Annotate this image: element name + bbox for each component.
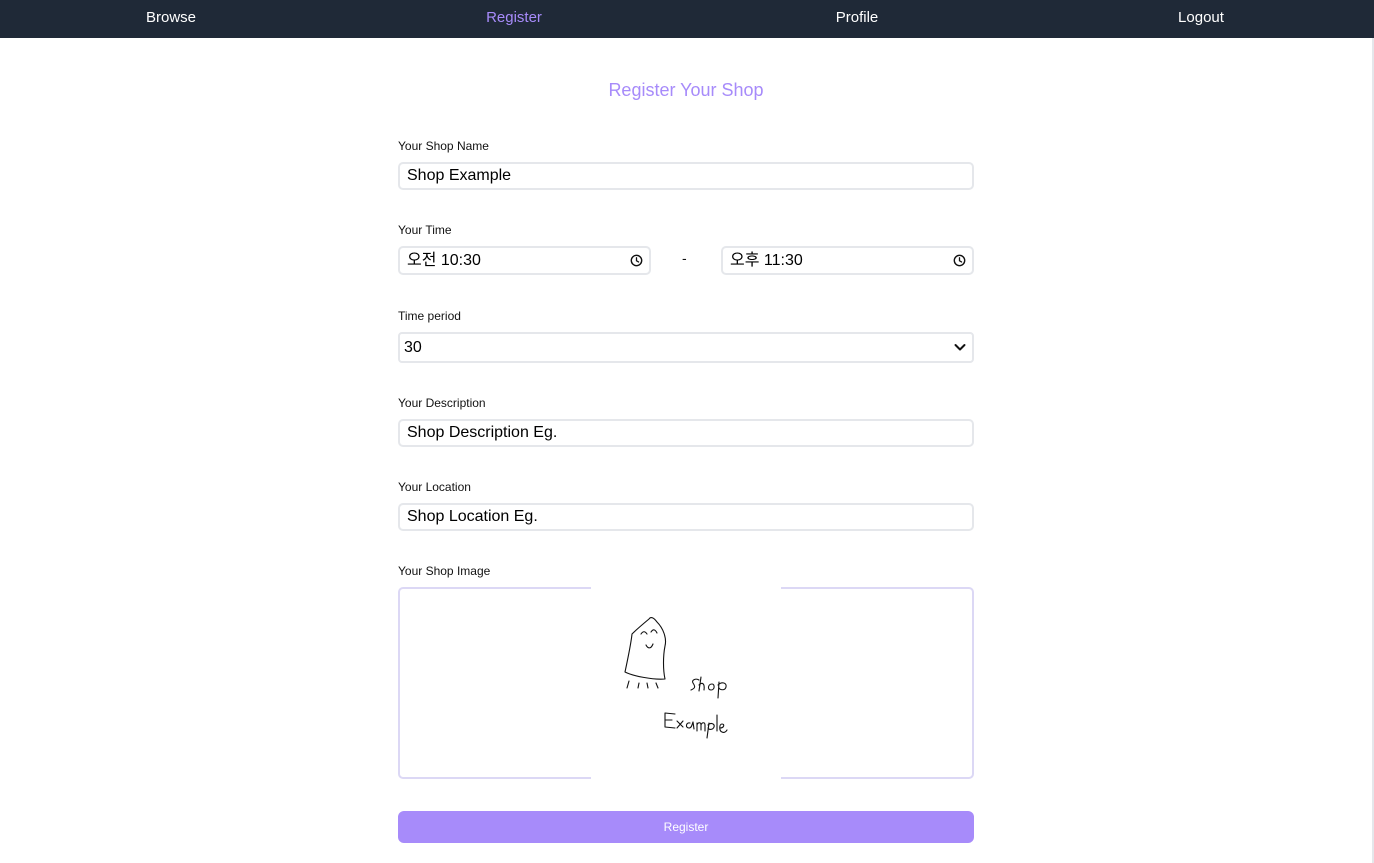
description-input[interactable]: Shop Description Eg. — [398, 419, 974, 447]
chevron-down-icon — [954, 344, 966, 351]
page-title: Register Your Shop — [608, 80, 764, 100]
location-input[interactable]: Shop Location Eg. — [398, 503, 974, 531]
shop-name-label: Your Shop Name — [398, 139, 489, 153]
sketch-caption: Shop Example — [683, 771, 690, 773]
time-label: Your Time — [398, 223, 452, 237]
clock-icon[interactable] — [953, 254, 966, 267]
shop-name-input[interactable]: Shop Example — [398, 162, 974, 190]
nav-logout-link[interactable]: Logout — [1121, 0, 1281, 38]
nav-browse-link[interactable]: Browse — [91, 0, 251, 38]
shop-image-preview: Shop Example — [591, 582, 781, 780]
top-navbar: Browse Register Profile Logout — [0, 0, 1374, 38]
end-time-value: 오후 11:30 — [730, 252, 803, 269]
end-time-input[interactable]: 오후 11:30 — [721, 246, 974, 275]
shop-sketch-image: Shop Example — [624, 617, 728, 773]
description-label: Your Description — [398, 396, 486, 410]
shop-image-label: Your Shop Image — [398, 564, 491, 578]
nav-register-link[interactable]: Register — [434, 0, 594, 38]
time-period-label: Time period — [398, 309, 461, 323]
time-period-selected: 30 — [404, 339, 422, 356]
register-button[interactable]: Register — [398, 811, 974, 843]
start-time-input[interactable]: 오전 10:30 — [398, 246, 651, 275]
location-label: Your Location — [398, 480, 471, 494]
clock-icon[interactable] — [630, 254, 643, 267]
start-time-value: 오전 10:30 — [407, 252, 481, 269]
time-period-select[interactable]: 30 — [398, 332, 974, 363]
nav-profile-link[interactable]: Profile — [777, 0, 937, 38]
time-separator: - — [682, 250, 687, 266]
